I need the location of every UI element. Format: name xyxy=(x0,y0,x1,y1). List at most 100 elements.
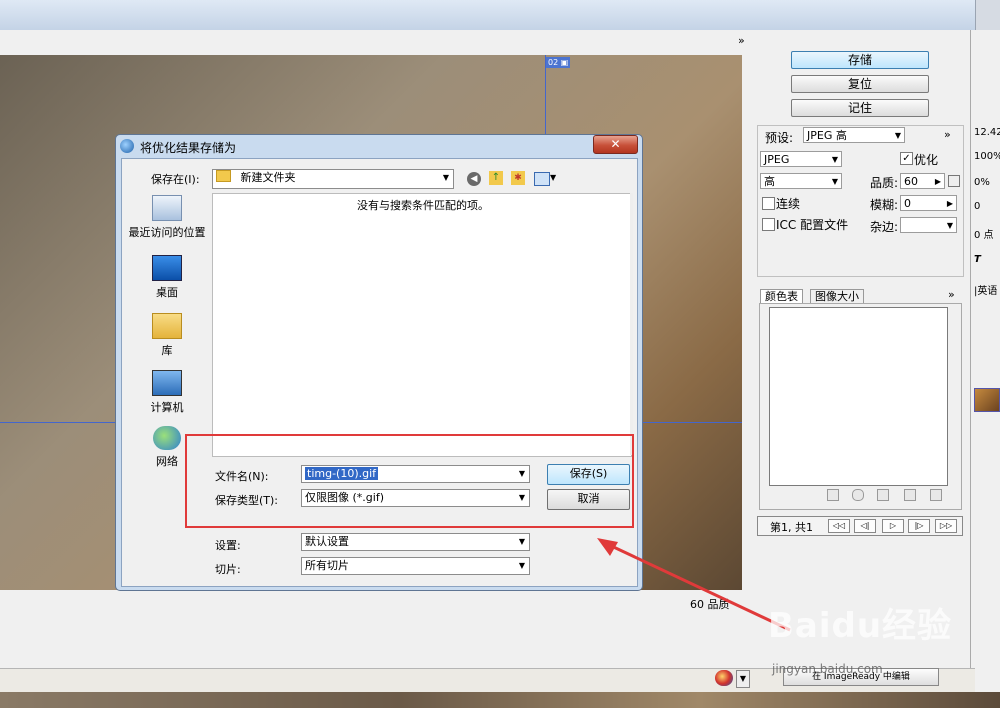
blur-value: 0 xyxy=(904,197,911,210)
text-tool-icon[interactable]: T xyxy=(974,254,981,265)
new-color-icon[interactable] xyxy=(904,489,916,501)
computer-icon xyxy=(152,370,182,396)
quality-label: 品质: xyxy=(870,176,899,190)
dialog-title: 将优化结果存储为 xyxy=(140,141,237,155)
format-value: JPEG xyxy=(764,153,790,166)
place-recent[interactable]: 最近访问的位置 xyxy=(124,195,210,240)
preset-value: JPEG 高 xyxy=(807,129,847,142)
edge-value-2: 100% xyxy=(974,151,1000,162)
chevron-down-icon[interactable]: ▼ xyxy=(736,670,750,688)
place-label: 计算机 xyxy=(150,401,184,414)
settings-select[interactable]: 默认设置 ▼ xyxy=(301,533,530,551)
prev-frame-icon[interactable]: ◁| xyxy=(854,519,876,533)
layer-thumbnail[interactable] xyxy=(974,388,1000,412)
slice-badge: 02 ▣ xyxy=(546,57,571,68)
tab-color-table[interactable]: 颜色表 xyxy=(760,289,803,304)
file-list[interactable] xyxy=(212,193,632,457)
preset-label: 预设: xyxy=(765,131,794,145)
app-icon xyxy=(120,139,134,153)
panel-menu-icon[interactable]: » xyxy=(944,128,951,141)
edge-value-1: 12.42 xyxy=(974,127,1000,138)
save-in-select[interactable]: 新建文件夹 ▼ xyxy=(212,169,454,189)
preset-select[interactable]: JPEG 高 ▼ xyxy=(803,127,905,143)
chevron-right-icon: ▶ xyxy=(946,199,953,208)
frame-label: 第1, 共1 xyxy=(770,521,813,534)
color-panel-menu-icon[interactable]: » xyxy=(948,288,955,301)
icc-label: ICC 配置文件 xyxy=(776,218,849,232)
edge-language: |英语 xyxy=(974,286,998,297)
slice-number: 02 xyxy=(548,58,559,67)
place-label: 网络 xyxy=(156,455,178,468)
place-desktop[interactable]: 桌面 xyxy=(124,255,210,300)
quality-status: 60 品质 xyxy=(690,598,730,611)
place-label: 库 xyxy=(161,344,173,357)
optimize-label: 优化 xyxy=(914,153,939,167)
slices-label: 切片: xyxy=(215,563,241,576)
save-in-label: 保存在(I): xyxy=(151,173,200,186)
place-computer[interactable]: 计算机 xyxy=(124,370,210,415)
frame-navigation: 第1, 共1 ◁◁ ◁| ▷ |▷ ▷▷ xyxy=(757,516,963,536)
view-menu-icon[interactable] xyxy=(534,172,550,186)
progressive-label: 连续 xyxy=(776,197,801,211)
new-folder-icon[interactable]: ✱ xyxy=(511,171,525,185)
quality-mask-icon[interactable] xyxy=(948,175,960,187)
reset-button[interactable]: 复位 xyxy=(791,75,929,93)
quality-level-select[interactable]: 高 ▼ xyxy=(760,173,842,189)
matte-select[interactable]: ▼ xyxy=(900,217,957,233)
chevron-down-icon: ▼ xyxy=(831,177,838,186)
quality-level-value: 高 xyxy=(764,175,775,188)
close-button[interactable]: ✕ xyxy=(593,135,638,154)
save-main-button[interactable]: 存储 xyxy=(791,51,929,69)
chevron-down-icon: ▼ xyxy=(894,131,901,140)
place-label: 桌面 xyxy=(156,286,178,299)
chevron-down-icon: ▼ xyxy=(946,221,953,230)
place-label: 最近访问的位置 xyxy=(128,226,206,239)
next-frame-icon[interactable]: |▷ xyxy=(908,519,930,533)
lock-icon[interactable] xyxy=(877,489,889,501)
file-list-scrollbar[interactable] xyxy=(630,193,633,455)
recent-places-icon xyxy=(152,195,182,221)
slice-guide-horizontal-right xyxy=(641,422,742,423)
matte-label: 杂边: xyxy=(870,220,899,234)
baidu-watermark: Baidu经验 xyxy=(768,606,953,646)
web-shift-icon[interactable] xyxy=(852,489,864,501)
progressive-checkbox[interactable] xyxy=(762,197,775,210)
back-icon[interactable]: ◀ xyxy=(467,172,481,186)
edge-value-4: 0 xyxy=(974,201,981,212)
format-select[interactable]: JPEG ▼ xyxy=(760,151,842,167)
network-icon xyxy=(153,426,181,450)
libraries-icon xyxy=(152,313,182,339)
chevron-down-icon: ▼ xyxy=(518,537,525,546)
icc-checkbox[interactable] xyxy=(762,218,775,231)
slice-guide-horizontal-left xyxy=(0,422,115,423)
blur-label: 模糊: xyxy=(870,198,899,212)
expand-icon[interactable]: » xyxy=(738,34,745,47)
color-table-swatches[interactable] xyxy=(769,307,948,486)
chevron-down-icon: ▼ xyxy=(831,155,838,164)
first-frame-icon[interactable]: ◁◁ xyxy=(828,519,850,533)
edge-value-5: 0 点 xyxy=(974,230,994,241)
baidu-watermark-url: jingyan.baidu.com xyxy=(772,662,883,676)
outer-titlebar xyxy=(0,0,975,30)
map-color-icon[interactable] xyxy=(827,489,839,501)
chevron-down-icon[interactable]: ▼ xyxy=(550,173,556,182)
chevron-right-icon: ▶ xyxy=(934,177,941,186)
blur-input[interactable]: 0 ▶ xyxy=(900,195,957,211)
trash-icon[interactable] xyxy=(930,489,942,501)
browser-preview-icon[interactable] xyxy=(715,670,733,686)
quality-value: 60 xyxy=(904,175,918,188)
place-libraries[interactable]: 库 xyxy=(124,313,210,358)
slices-select[interactable]: 所有切片 ▼ xyxy=(301,557,530,575)
empty-message: 没有与搜索条件匹配的项。 xyxy=(357,199,489,212)
panel-tabs: 颜色表 图像大小 xyxy=(760,289,960,304)
folder-icon xyxy=(216,170,231,182)
background-image-strip xyxy=(0,692,1000,708)
up-folder-icon[interactable]: ↑ xyxy=(489,171,503,185)
play-icon[interactable]: ▷ xyxy=(882,519,904,533)
remember-button[interactable]: 记住 xyxy=(791,99,929,117)
optimize-checkbox[interactable]: ✓ xyxy=(900,152,913,165)
chevron-down-icon: ▼ xyxy=(518,561,525,570)
last-frame-icon[interactable]: ▷▷ xyxy=(935,519,957,533)
tab-image-size[interactable]: 图像大小 xyxy=(810,289,864,304)
quality-input[interactable]: 60 ▶ xyxy=(900,173,945,189)
